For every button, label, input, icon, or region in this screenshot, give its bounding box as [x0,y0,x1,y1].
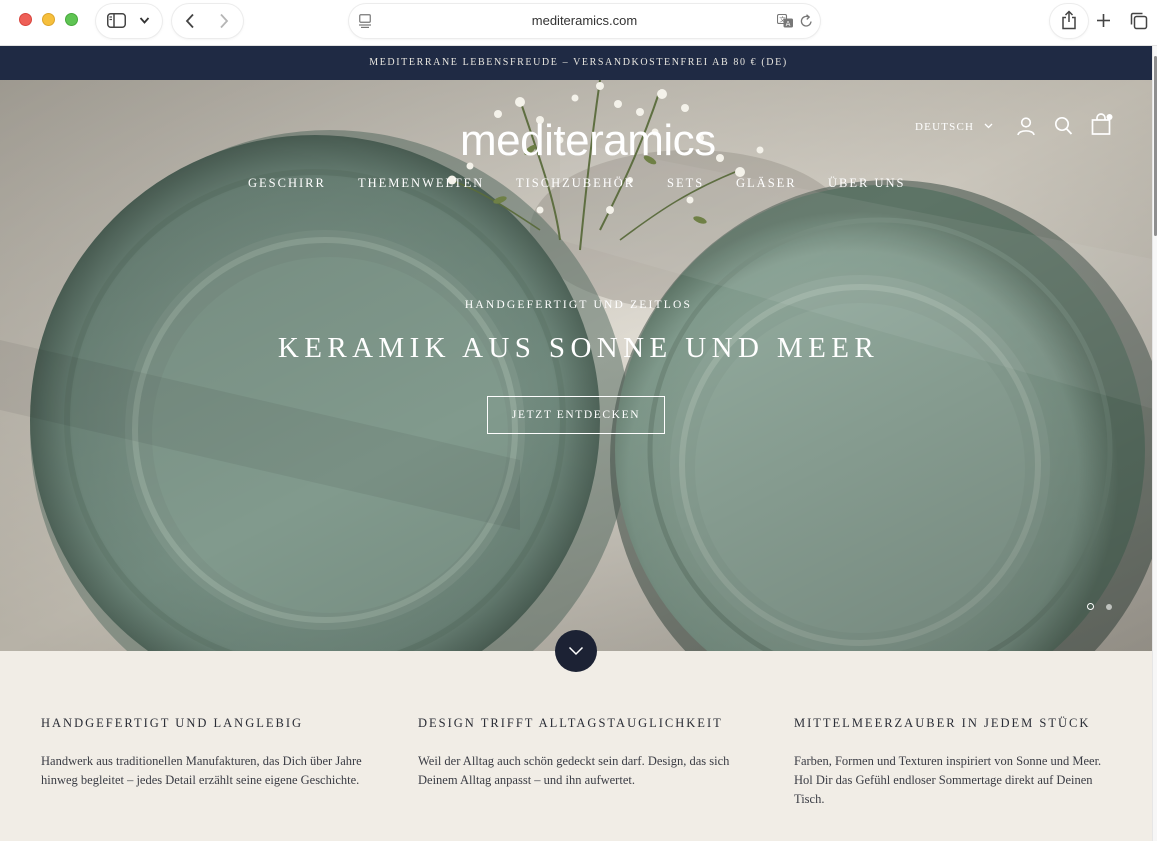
page-scrollbar[interactable] [1152,46,1157,841]
feature-mediterranean: MITTELMEERZAUBER IN JEDEM STÜCK Farben, … [794,716,1114,809]
chevron-down-icon[interactable] [139,16,150,25]
nav-item-themenwelten[interactable]: THEMENWELTEN [358,176,484,191]
feature-text: Farben, Formen und Texturen inspiriert v… [794,754,1102,806]
feature-title: DESIGN TRIFFT ALLTAGSTAUGLICHKEIT [418,716,723,730]
feature-design: DESIGN TRIFFT ALLTAGSTAUGLICHKEIT Weil d… [418,716,738,790]
features-section: HANDGEFERTIGT UND LANGLEBIG Handwerk aus… [0,651,1157,841]
reload-icon[interactable] [800,14,813,28]
cart-icon[interactable] [1091,113,1113,136]
history-nav-group [172,4,243,38]
hero-banner: mediteramics DEUTSCH GESCHIRR THEMENWELT… [0,80,1157,651]
sidebar-toggle-group [96,4,162,38]
hero-subtitle: HANDGEFERTIGT UND ZEITLOS [464,299,693,311]
account-icon[interactable] [1016,116,1036,136]
discover-button[interactable]: JETZT ENTDECKEN [487,396,665,434]
address-bar[interactable]: mediteramics.com 文 A [349,4,820,38]
site-logo[interactable]: mediteramics [460,108,716,174]
search-icon[interactable] [1054,116,1073,136]
tabs-overview-icon[interactable] [1130,12,1148,30]
browser-toolbar: mediteramics.com 文 A [0,0,1157,46]
sidebar-icon[interactable] [107,13,126,28]
feature-title: MITTELMEERZAUBER IN JEDEM STÜCK [794,716,1091,730]
nav-item-geschirr[interactable]: GESCHIRR [248,176,326,191]
language-selector[interactable]: DEUTSCH [915,121,993,133]
minimize-window-button[interactable] [42,13,55,26]
scroll-down-button[interactable] [555,630,597,672]
chevron-down-icon [984,123,993,129]
nav-item-glaeser[interactable]: GLÄSER [736,176,797,191]
chevron-down-icon [568,646,584,656]
main-navigation: GESCHIRR THEMENWELTEN TISCHZUBEHÖR SETS … [0,176,1157,196]
share-pill [1050,4,1088,38]
language-label: DEUTSCH [915,121,975,133]
nav-item-tischzubehoer[interactable]: TISCHZUBEHÖR [516,176,635,191]
feature-text: Handwerk aus traditionellen Manufakturen… [41,754,362,787]
slide-dot-2[interactable] [1106,604,1112,610]
feature-handmade: HANDGEFERTIGT UND LANGLEBIG Handwerk aus… [41,716,371,790]
slide-dot-1[interactable] [1087,603,1094,610]
announcement-bar: MEDITERRANE LEBENSFREUDE – VERSANDKOSTEN… [0,46,1157,80]
nav-item-sets[interactable]: SETS [667,176,704,191]
nav-item-ueber-uns[interactable]: ÜBER UNS [828,176,905,191]
feature-title: HANDGEFERTIGT UND LANGLEBIG [41,716,304,730]
share-icon[interactable] [1061,10,1077,30]
hero-title: KERAMIK AUS SONNE UND MEER [277,332,880,364]
close-window-button[interactable] [19,13,32,26]
zoom-window-button[interactable] [65,13,78,26]
translate-icon[interactable]: 文 A [777,14,794,28]
back-icon[interactable] [185,13,195,29]
feature-text: Weil der Alltag auch schön gedeckt sein … [418,754,730,787]
forward-icon[interactable] [219,13,229,29]
url-text[interactable]: mediteramics.com [349,13,820,28]
svg-text:A: A [786,20,791,28]
new-tab-icon[interactable] [1096,13,1111,28]
